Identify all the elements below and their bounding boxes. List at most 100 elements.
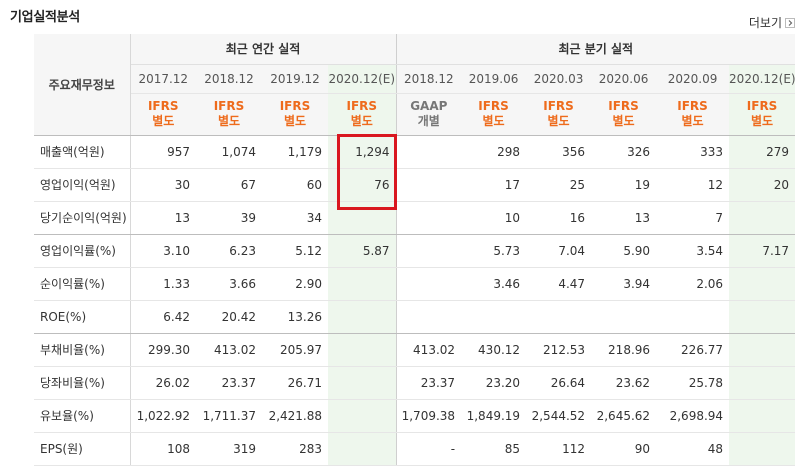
table-cell: 2.90: [262, 267, 328, 301]
period-header: 2018.12: [396, 64, 462, 94]
table-cell: [526, 300, 592, 334]
table-cell: 1,709.38: [396, 399, 462, 433]
standard-type: IFRS: [677, 99, 708, 113]
table-cell: [729, 432, 796, 466]
table-cell: [328, 267, 397, 301]
table-cell: 25: [526, 168, 592, 202]
table-cell: 13: [130, 201, 196, 235]
table-cell: [328, 333, 397, 367]
table-cell: 212.53: [526, 333, 592, 367]
table-cell: [461, 300, 527, 334]
table-cell: 26.64: [526, 366, 592, 400]
table-cell: 326: [591, 135, 657, 169]
table-cell: [656, 300, 730, 334]
quarterly-group-header: 최근 분기 실적: [396, 34, 796, 65]
table-cell: 23.37: [396, 366, 462, 400]
table-cell: 12: [656, 168, 730, 202]
period-header: 2019.12: [262, 64, 328, 94]
accounting-standard: IFRS 별도: [526, 93, 592, 136]
accounting-standard: IFRS 별도: [461, 93, 527, 136]
table-cell: 85: [461, 432, 527, 466]
standard-type: IFRS: [346, 99, 378, 113]
table-cell: 112: [526, 432, 592, 466]
table-row: EPS(원) 108 319 283 -85 112 90 48: [34, 432, 796, 466]
table-cell: 2,645.62: [591, 399, 657, 433]
label-header: 주요재무정보: [34, 34, 131, 136]
row-label: 당좌비율(%): [34, 366, 131, 400]
table-cell: 108: [130, 432, 196, 466]
table-cell: [396, 135, 462, 169]
period-header: 2020.06: [591, 64, 657, 94]
row-label: 당기순이익(억원): [34, 201, 131, 235]
table-cell: 3.10: [130, 234, 196, 268]
standard-type: IFRS: [746, 99, 778, 113]
table-cell: [729, 300, 796, 334]
row-label: 영업이익률(%): [34, 234, 131, 268]
table-cell: 20.42: [196, 300, 262, 334]
table-cell: 10: [461, 201, 527, 235]
table-row: 영업이익(억원) 30 67 60 76 17 25 19 12 20: [34, 168, 796, 202]
standard-scope: 별도: [612, 114, 635, 128]
table-cell: 6.42: [130, 300, 196, 334]
table-cell: 356: [526, 135, 592, 169]
more-link[interactable]: 더보기: [749, 14, 795, 31]
row-label: ROE(%): [34, 300, 131, 334]
table-cell: 67: [196, 168, 262, 202]
table-cell: 1,849.19: [461, 399, 527, 433]
table-cell: 23.20: [461, 366, 527, 400]
table-cell: 5.12: [262, 234, 328, 268]
period-header: 2019.06: [461, 64, 527, 94]
table-cell: 23.37: [196, 366, 262, 400]
chevron-right-icon: [785, 17, 795, 28]
table-cell: [328, 201, 397, 235]
table-cell: 1,711.37: [196, 399, 262, 433]
table-cell: 2.06: [656, 267, 730, 301]
table-cell: [328, 300, 397, 334]
row-label: 매출액(억원): [34, 135, 131, 169]
accounting-standard: IFRS 별도: [328, 93, 397, 136]
more-link-label: 더보기: [748, 16, 782, 30]
table-cell: 7: [656, 201, 730, 235]
row-label: 순이익률(%): [34, 267, 131, 301]
table-cell: 5.73: [461, 234, 527, 268]
table-cell: [729, 201, 796, 235]
accounting-standard: IFRS 별도: [196, 93, 262, 136]
table-cell: 3.66: [196, 267, 262, 301]
table-cell: [729, 267, 796, 301]
standard-scope: 별도: [152, 114, 175, 128]
table-cell: 34: [262, 201, 328, 235]
table-cell: [729, 333, 796, 367]
accounting-standard: IFRS 별도: [130, 93, 196, 136]
table-cell: 413.02: [396, 333, 462, 367]
table-cell: [328, 366, 397, 400]
standard-scope: 별도: [283, 114, 307, 128]
table-cell: [328, 399, 397, 433]
standard-type: IFRS: [213, 99, 245, 113]
table-row: 영업이익률(%) 3.10 6.23 5.12 5.87 5.73 7.04 5.90 3.54…: [34, 234, 796, 268]
period-header: 2017.12: [130, 64, 196, 94]
table-cell: 13: [591, 201, 657, 235]
table-cell: 48: [656, 432, 730, 466]
period-header: 2018.12: [196, 64, 262, 94]
table-cell: 3.46: [461, 267, 527, 301]
table-cell: 5.87: [328, 234, 397, 268]
table-cell: 26.71: [262, 366, 328, 400]
table-row: 부채비율(%) 299.30 413.02 205.97 413.02 430.12 212…: [34, 333, 796, 367]
table-row: ROE(%) 6.42 20.42 13.26: [34, 300, 796, 334]
standard-scope: 개별: [417, 114, 440, 128]
table-cell: 2,544.52: [526, 399, 592, 433]
table-row: 당좌비율(%) 26.02 23.37 26.71 23.37 23.20 26.64 23.…: [34, 366, 796, 400]
table-cell: 1,022.92: [130, 399, 196, 433]
standard-type: IFRS: [543, 99, 574, 113]
table-cell: 39: [196, 201, 262, 235]
standard-scope: 별도: [217, 114, 241, 128]
table-cell: 283: [262, 432, 328, 466]
table-cell: [396, 234, 462, 268]
standard-scope: 별도: [547, 114, 570, 128]
table-cell: 298: [461, 135, 527, 169]
table-cell: 13.26: [262, 300, 328, 334]
table-cell: 76: [328, 168, 397, 202]
table-row: 당기순이익(억원) 13 39 34 10 16 13 7: [34, 201, 796, 235]
row-label: 영업이익(억원): [34, 168, 131, 202]
table-cell: 226.77: [656, 333, 730, 367]
